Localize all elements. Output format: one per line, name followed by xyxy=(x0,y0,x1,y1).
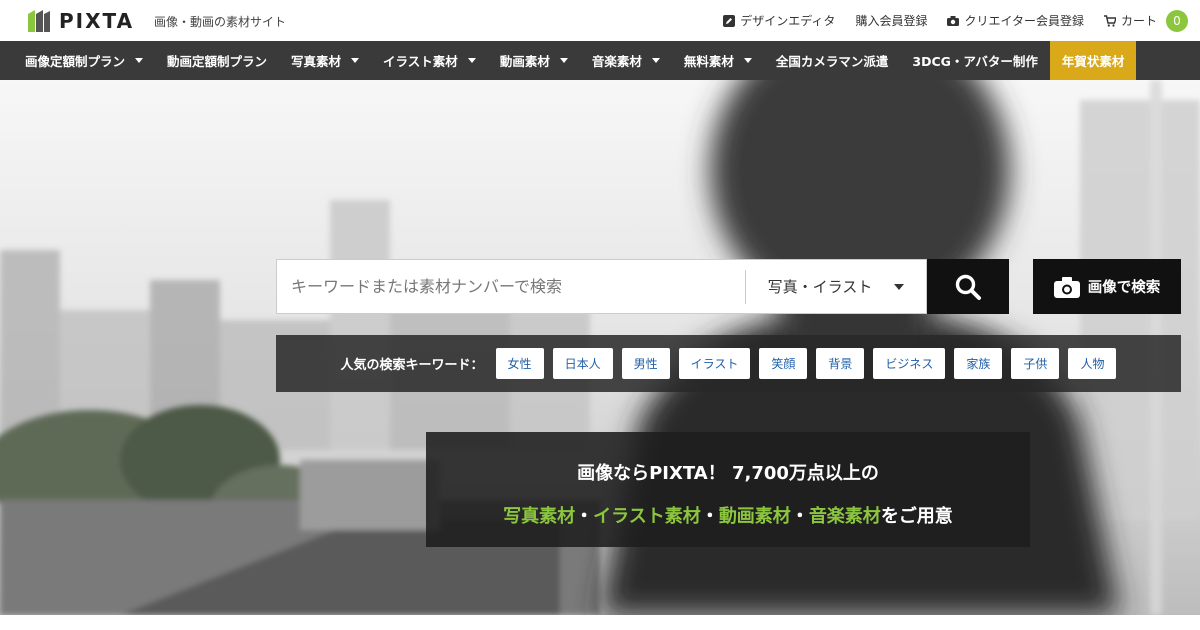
image-search-label: 画像で検索 xyxy=(1087,280,1161,296)
nav-item-label: 音楽素材 xyxy=(591,54,642,69)
camera-icon xyxy=(947,15,960,26)
nav-item-label: 動画素材 xyxy=(499,54,550,69)
promo-headline: 画像ならPIXTA！ 7,700万点以上の xyxy=(577,463,879,484)
nav-item-label: 動画定額制プラン xyxy=(167,54,268,69)
nav-item-label: 全国カメラマン派遣 xyxy=(775,54,889,69)
promo-subline: 写真素材・イラスト素材・動画素材・音楽素材をご用意 xyxy=(426,502,1030,528)
keyword-tag[interactable]: 子供 xyxy=(1011,348,1060,379)
site-header: PIXTA 画像・動画の素材サイト デザインエディタ 購入会員登録 クリエイター… xyxy=(0,0,1200,41)
search-bar: 写真・イラスト xyxy=(276,259,1009,314)
utility-links: デザインエディタ 購入会員登録 クリエイター会員登録 カート 0 xyxy=(723,0,1188,41)
nav-item-9[interactable]: 年賀状素材 xyxy=(1049,41,1137,80)
keyword-tag[interactable]: 背景 xyxy=(816,348,865,379)
nav-item-1[interactable]: 動画定額制プラン xyxy=(155,41,279,80)
nav-item-7[interactable]: 全国カメラマン派遣 xyxy=(764,41,901,80)
promo-category-text: イラスト素材 xyxy=(593,506,701,527)
chevron-down-icon xyxy=(351,58,360,63)
chevron-down-icon xyxy=(894,283,905,290)
buyer-signup-link[interactable]: 購入会員登録 xyxy=(855,12,927,29)
nav-item-label: 年賀状素材 xyxy=(1061,54,1125,69)
nav-item-4[interactable]: 動画素材 xyxy=(488,41,580,80)
pixta-logo-icon xyxy=(28,10,50,32)
cart-icon xyxy=(1103,14,1116,27)
nav-item-8[interactable]: 3DCG・アバター制作 xyxy=(900,41,1050,80)
nav-item-label: 無料素材 xyxy=(683,54,734,69)
creator-signup-label: クリエイター会員登録 xyxy=(964,14,1084,28)
nav-item-label: 写真素材 xyxy=(291,54,342,69)
design-editor-link[interactable]: デザインエディタ xyxy=(723,12,835,29)
search-icon xyxy=(955,274,981,300)
keyword-tag[interactable]: イラスト xyxy=(678,348,751,379)
keyword-tag[interactable]: 日本人 xyxy=(552,348,613,379)
keyword-tag[interactable]: ビジネス xyxy=(873,348,946,379)
promo-text: をご用意 xyxy=(880,506,953,527)
camera-icon xyxy=(1053,276,1080,298)
logo-text: PIXTA xyxy=(59,9,135,33)
search-category-select[interactable]: 写真・イラスト xyxy=(746,276,926,297)
promo-banner: 画像ならPIXTA！ 7,700万点以上の 写真素材・イラスト素材・動画素材・音… xyxy=(426,432,1030,547)
cart-link[interactable]: カート 0 xyxy=(1103,9,1188,32)
promo-text: ・ xyxy=(790,506,809,527)
nav-item-label: 画像定額制プラン xyxy=(25,54,126,69)
search-button[interactable] xyxy=(927,259,1009,314)
nav-item-5[interactable]: 音楽素材 xyxy=(580,41,672,80)
chevron-down-icon xyxy=(651,58,660,63)
main-nav: 画像定額制プラン 動画定額制プラン 写真素材 イラスト素材 動画素材 音楽素材 無料素材 全国… xyxy=(0,41,1200,80)
promo-category-text: 動画素材 xyxy=(718,506,791,527)
nav-item-3[interactable]: イラスト素材 xyxy=(371,41,488,80)
nav-item-label: 3DCG・アバター制作 xyxy=(912,54,1038,69)
chevron-down-icon xyxy=(559,58,568,63)
nav-item-label: イラスト素材 xyxy=(383,54,458,69)
chevron-down-icon xyxy=(135,58,144,63)
promo-text: ・ xyxy=(575,506,594,527)
buyer-signup-label: 購入会員登録 xyxy=(855,14,928,28)
keyword-tag[interactable]: 女性 xyxy=(495,348,544,379)
keyword-tag[interactable]: 家族 xyxy=(954,348,1003,379)
keyword-tag[interactable]: 男性 xyxy=(621,348,670,379)
nav-item-6[interactable]: 無料素材 xyxy=(672,41,764,80)
search-input[interactable] xyxy=(277,260,745,313)
promo-text: ・ xyxy=(700,506,719,527)
search-category-value: 写真・イラスト xyxy=(767,278,873,296)
chevron-down-icon xyxy=(467,58,476,63)
keyword-tag[interactable]: 笑顔 xyxy=(759,348,808,379)
keyword-tag[interactable]: 人物 xyxy=(1068,348,1117,379)
cart-count-badge: 0 xyxy=(1166,9,1188,32)
image-search-button[interactable]: 画像で検索 xyxy=(1033,259,1181,314)
promo-category-text: 写真素材 xyxy=(503,506,576,527)
design-editor-label: デザインエディタ xyxy=(740,14,836,28)
search-box: 写真・イラスト xyxy=(276,259,927,314)
chevron-down-icon xyxy=(743,58,752,63)
cart-label: カート xyxy=(1120,14,1157,28)
hero-section: 写真・イラスト 画像で検索 人気の検索キーワード： 女性日本人男性イラスト笑顔背… xyxy=(0,80,1200,615)
promo-category-text: 音楽素材 xyxy=(808,506,881,527)
creator-signup-link[interactable]: クリエイター会員登録 xyxy=(947,12,1084,29)
popular-keywords-bar: 人気の検索キーワード： 女性 日本人 男性 イラスト 笑顔 背景 ビジネス 家族 子供 人物 xyxy=(276,335,1181,392)
popular-keywords-label: 人気の検索キーワード： xyxy=(340,358,484,373)
nav-item-0[interactable]: 画像定額制プラン xyxy=(0,41,155,80)
edit-icon xyxy=(723,14,736,27)
site-tagline: 画像・動画の素材サイト xyxy=(154,15,287,29)
nav-item-2[interactable]: 写真素材 xyxy=(279,41,371,80)
pixta-logo[interactable]: PIXTA xyxy=(25,8,134,34)
